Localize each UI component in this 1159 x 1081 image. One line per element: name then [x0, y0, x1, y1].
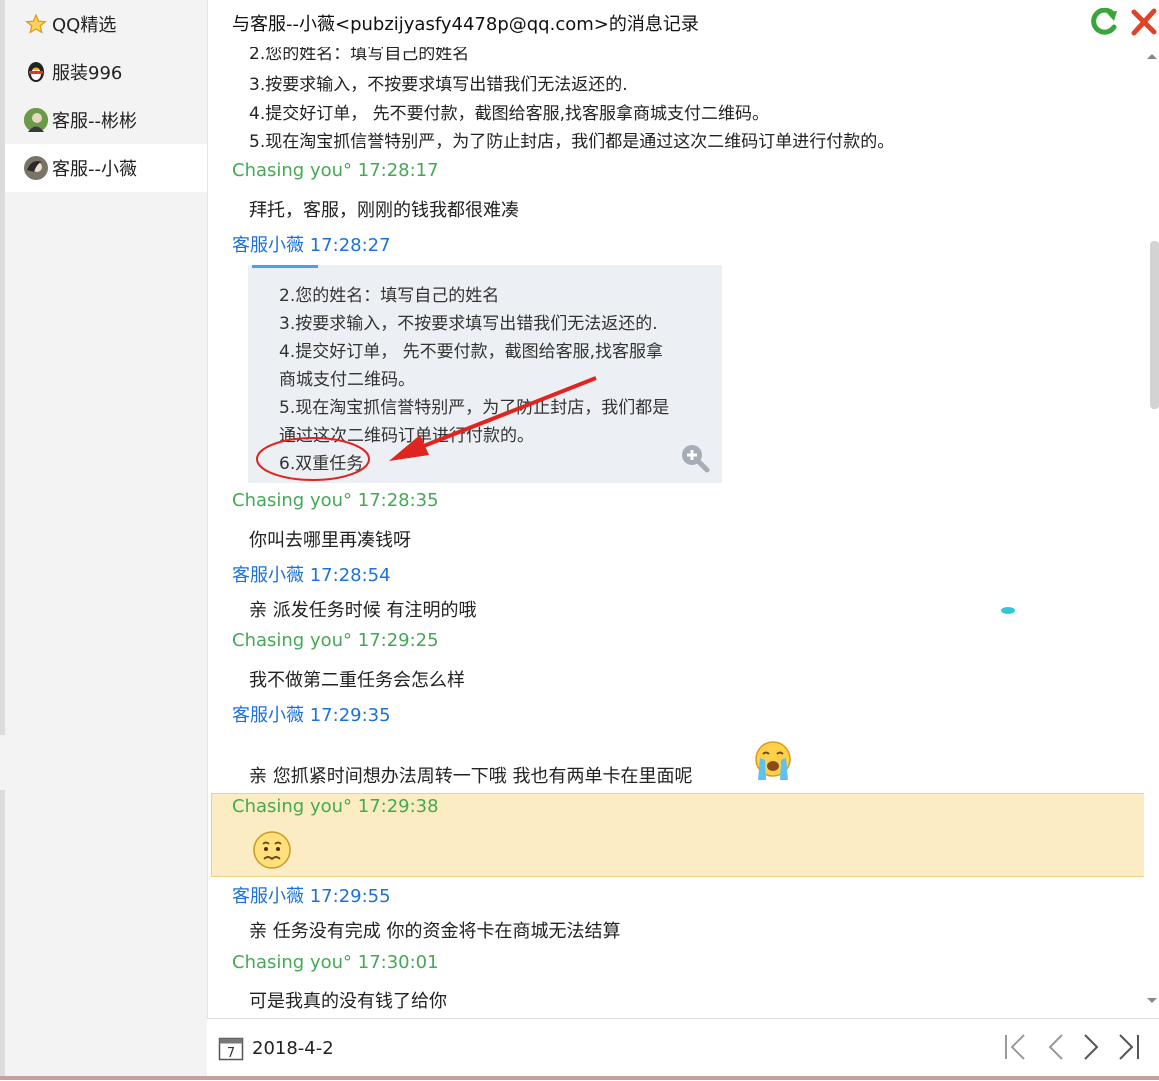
message-text: 你叫去哪里再凑钱呀: [249, 530, 411, 551]
message-text: 亲 派发任务时候 有注明的哦: [249, 600, 477, 621]
message-text: 2.您的姓名：填写自己的姓名: [249, 46, 470, 64]
date-label: 2018-4-2: [252, 1037, 334, 1059]
sidebar-item-label: 客服--小薇: [52, 159, 137, 180]
window-bottom-edge: [0, 1076, 1159, 1080]
message-sender: Chasing you° 17:28:35: [232, 490, 439, 511]
sidebar-edge: [0, 790, 5, 1080]
cursor-dot: [1001, 607, 1015, 614]
message-text: 5.现在淘宝抓信誉特别严，为了防止封店，我们都是通过这次二维码订单进行付款的。: [249, 132, 895, 152]
contact-sidebar: QQ精选 服装996 客服--彬彬 客服--小薇: [0, 0, 208, 1080]
next-page-button[interactable]: [1077, 1031, 1107, 1063]
worried-emoji-icon: [253, 831, 291, 869]
message-text: 亲 任务没有完成 你的资金将卡在商城无法结算: [249, 921, 621, 942]
scroll-up-icon[interactable]: [1147, 54, 1157, 59]
message-text: 亲 您抓紧时间想办法周转一下哦 我也有两单卡在里面呢: [249, 766, 693, 787]
message-sender: Chasing you° 17:29:25: [232, 630, 439, 651]
close-button[interactable]: [1127, 4, 1159, 40]
message-text: 4.提交好订单， 先不要付款，截图给客服,找客服拿商城支付二维码。: [249, 104, 770, 124]
sidebar-item-clothing-996[interactable]: 服装996: [5, 48, 207, 96]
green-return-arrow-icon: [1091, 8, 1117, 35]
message-history: 2.您的姓名：填写自己的姓名 3.按要求输入，不按要求填写出错我们无法返还的. …: [207, 46, 1144, 1018]
sidebar-item-label: QQ精选: [52, 15, 117, 36]
message-sender: Chasing you° 17:29:38: [232, 796, 439, 817]
svg-text:7: 7: [227, 1046, 235, 1061]
avatar-icon: [24, 156, 48, 180]
first-page-button[interactable]: [1000, 1031, 1030, 1063]
message-sender: 客服小薇 17:29:35: [232, 705, 391, 726]
message-text: 可是我真的没有钱了给你: [249, 991, 447, 1012]
sidebar-item-support-binbin[interactable]: 客服--彬彬: [5, 96, 207, 144]
crying-emoji-icon: [755, 741, 791, 780]
prev-page-button[interactable]: [1040, 1031, 1070, 1063]
message-sender: 客服小薇 17:28:54: [232, 565, 391, 586]
sidebar-item-label: 客服--彬彬: [52, 111, 137, 132]
red-x-icon: [1131, 8, 1157, 36]
message-sender: 客服小薇 17:28:27: [232, 235, 391, 256]
date-picker[interactable]: 7 2018-4-2: [218, 1035, 334, 1061]
message-text: 我不做第二重任务会怎么样: [249, 670, 465, 691]
last-page-button[interactable]: [1114, 1031, 1144, 1063]
return-button[interactable]: [1087, 6, 1121, 40]
history-footer: 7 2018-4-2: [207, 1018, 1159, 1081]
message-sender: Chasing you° 17:30:01: [232, 952, 439, 973]
page-title: 与客服--小薇<pubzijyasfy4478p@qq.com>的消息记录: [232, 14, 699, 35]
window-header: 与客服--小薇<pubzijyasfy4478p@qq.com>的消息记录: [207, 0, 1159, 46]
next-page-icon: [1084, 1034, 1099, 1060]
scroll-thumb[interactable]: [1150, 241, 1159, 409]
message-text: 3.按要求输入，不按要求填写出错我们无法返还的.: [249, 75, 628, 95]
first-page-icon: [1005, 1034, 1025, 1060]
message-text: 拜托，客服，刚刚的钱我都很难凑: [249, 200, 519, 221]
sidebar-item-support-xiaowei[interactable]: 客服--小薇: [5, 144, 207, 192]
qq-penguin-icon: [24, 60, 48, 84]
zoom-in-icon[interactable]: [680, 443, 710, 473]
vertical-scrollbar[interactable]: [1144, 46, 1159, 1018]
calendar-icon[interactable]: 7: [218, 1035, 244, 1061]
prev-page-icon: [1048, 1034, 1063, 1060]
scroll-down-icon[interactable]: [1147, 998, 1157, 1003]
message-image[interactable]: 2.您的姓名：填写自己的姓名 3.按要求输入，不按要求填写出错我们无法返还的. …: [248, 265, 722, 483]
message-sender: Chasing you° 17:28:17: [232, 160, 439, 181]
sidebar-item-qq-select[interactable]: QQ精选: [5, 0, 207, 48]
star-icon: [24, 12, 48, 36]
avatar-icon: [24, 108, 48, 132]
last-page-icon: [1119, 1034, 1139, 1060]
sidebar-item-label: 服装996: [52, 63, 123, 84]
message-sender: 客服小薇 17:29:55: [232, 886, 391, 907]
annotation-arrow: [256, 376, 597, 481]
